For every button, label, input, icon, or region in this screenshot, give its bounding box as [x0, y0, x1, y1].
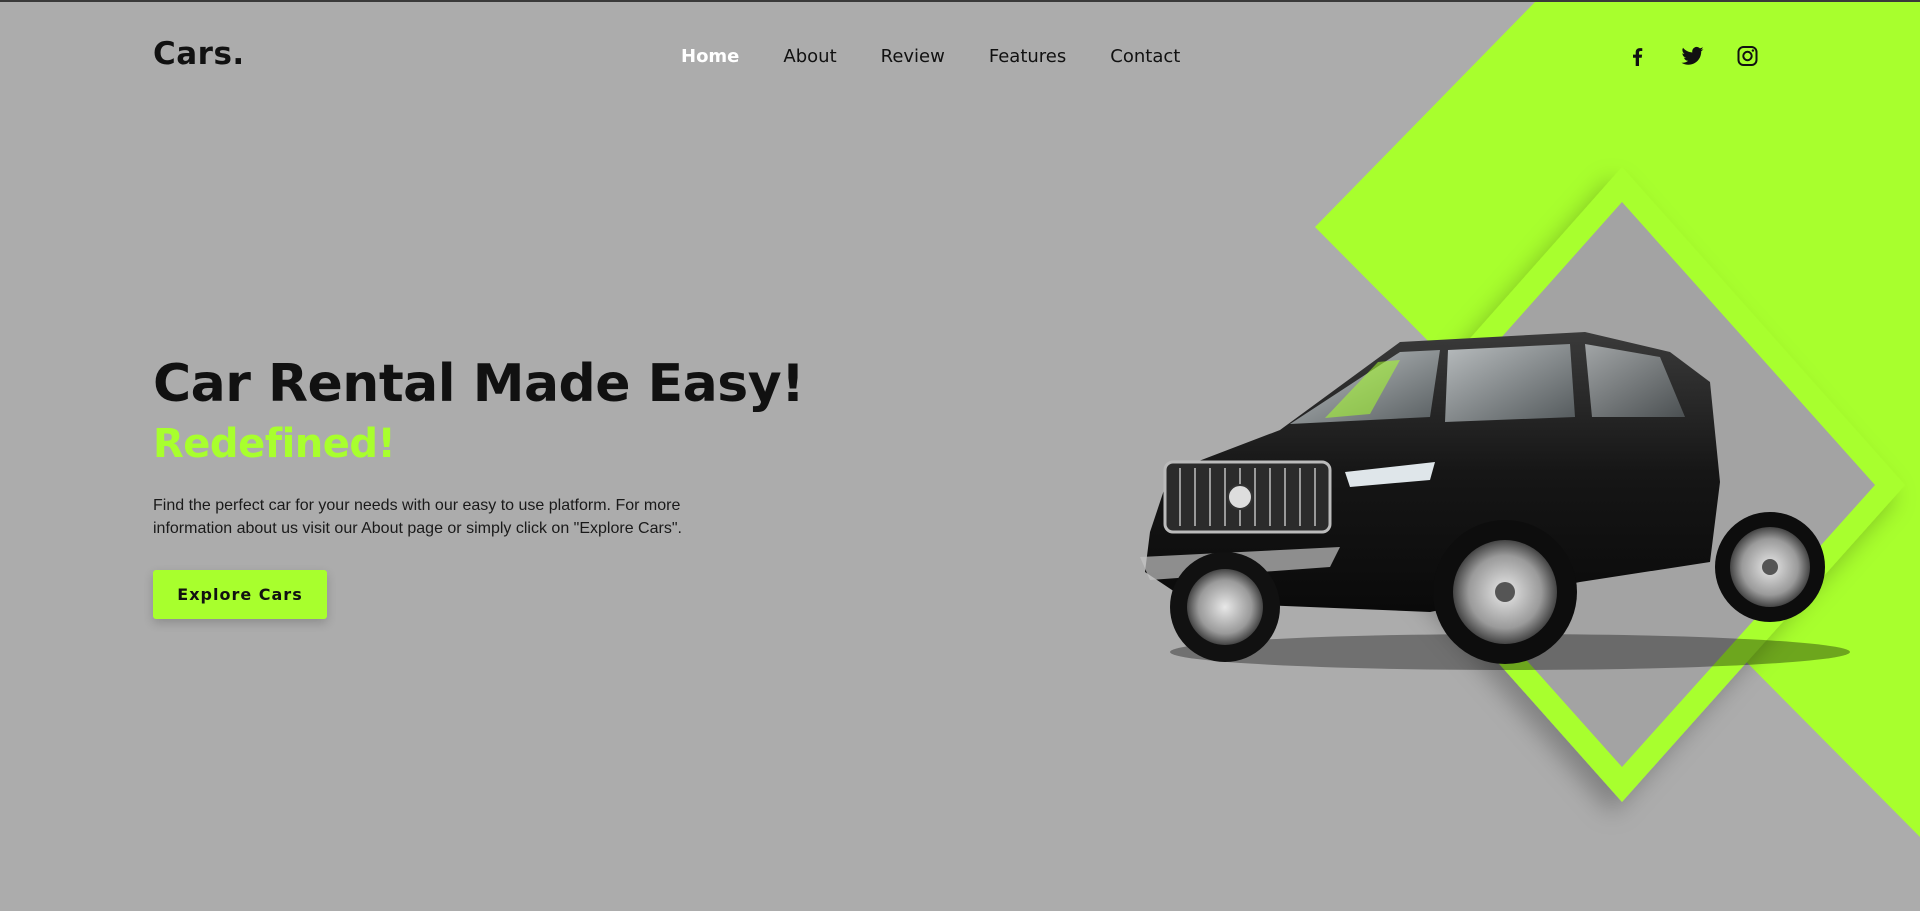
nav-link-about[interactable]: About — [783, 46, 836, 67]
nav-link-home[interactable]: Home — [681, 46, 739, 67]
hero-section: Car Rental Made Easy! Redefined! Find th… — [153, 352, 853, 619]
car-image — [1140, 332, 1850, 670]
hero-description: Find the perfect car for your needs with… — [153, 497, 682, 537]
main-nav: Home About Review Features Contact — [681, 46, 1224, 67]
facebook-icon[interactable] — [1624, 44, 1651, 68]
explore-cars-button[interactable]: Explore Cars — [153, 570, 327, 619]
nav-link-features[interactable]: Features — [989, 46, 1066, 67]
site-logo[interactable]: Cars. — [153, 36, 245, 72]
site-header: Cars. Home About Review Features Contact — [0, 2, 1920, 112]
landing-page: Cars. Home About Review Features Contact — [0, 0, 1920, 911]
nav-link-contact[interactable]: Contact — [1110, 46, 1180, 67]
hero-title: Car Rental Made Easy! — [153, 354, 805, 414]
nav-link-review[interactable]: Review — [881, 46, 945, 67]
twitter-icon[interactable] — [1679, 44, 1706, 68]
social-links — [1624, 44, 1761, 68]
hero-subtitle: Redefined! — [153, 421, 396, 467]
instagram-icon[interactable] — [1734, 44, 1761, 68]
